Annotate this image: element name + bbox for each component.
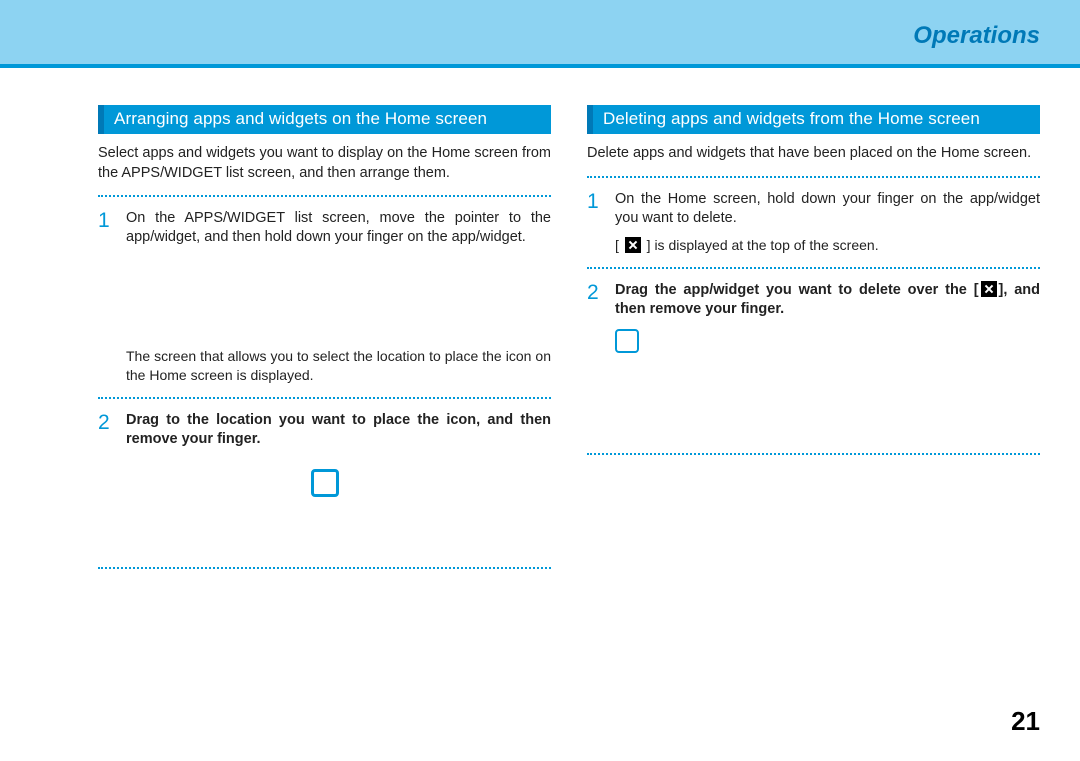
divider bbox=[587, 453, 1040, 455]
section-heading-arranging: Arranging apps and widgets on the Home s… bbox=[98, 105, 551, 134]
x-close-icon bbox=[981, 281, 997, 297]
image-placeholder-icon bbox=[311, 469, 339, 497]
right-column: Deleting apps and widgets from the Home … bbox=[587, 105, 1040, 581]
step-2: 2 Drag the app/widget you want to delete… bbox=[587, 281, 1040, 319]
content-columns: Arranging apps and widgets on the Home s… bbox=[98, 105, 1040, 581]
step2-text-a: Drag the app/widget you want to delete o… bbox=[615, 282, 979, 298]
step-text: Drag to the location you want to place t… bbox=[126, 411, 551, 449]
step-note: The screen that allows you to select the… bbox=[126, 347, 551, 385]
divider bbox=[587, 176, 1040, 178]
note-suffix: ] is displayed at the top of the screen. bbox=[643, 237, 879, 253]
step-1: 1 On the Home screen, hold down your fin… bbox=[587, 190, 1040, 228]
step-number: 1 bbox=[587, 190, 601, 228]
divider bbox=[587, 267, 1040, 269]
intro-text: Delete apps and widgets that have been p… bbox=[587, 144, 1040, 164]
note-prefix: [ bbox=[615, 237, 623, 253]
divider bbox=[98, 397, 551, 399]
divider bbox=[98, 567, 551, 569]
document-page: Operations Arranging apps and widgets on… bbox=[0, 0, 1080, 761]
step-text: On the APPS/WIDGET list screen, move the… bbox=[126, 209, 551, 247]
step-text: Drag the app/widget you want to delete o… bbox=[615, 281, 1040, 319]
step-note: [ ] is displayed at the top of the scree… bbox=[615, 236, 1040, 255]
x-close-icon bbox=[625, 237, 641, 253]
section-heading-deleting: Deleting apps and widgets from the Home … bbox=[587, 105, 1040, 134]
intro-text: Select apps and widgets you want to disp… bbox=[98, 144, 551, 183]
step-2: 2 Drag to the location you want to place… bbox=[98, 411, 551, 449]
page-header-title: Operations bbox=[913, 22, 1040, 50]
left-column: Arranging apps and widgets on the Home s… bbox=[98, 105, 551, 581]
header-bar: Operations bbox=[0, 0, 1080, 68]
image-placeholder-icon bbox=[615, 329, 639, 353]
step-number: 2 bbox=[98, 411, 112, 449]
step-1: 1 On the APPS/WIDGET list screen, move t… bbox=[98, 209, 551, 247]
step-text: On the Home screen, hold down your finge… bbox=[615, 190, 1040, 228]
divider bbox=[98, 195, 551, 197]
page-number: 21 bbox=[1011, 706, 1040, 737]
step-number: 1 bbox=[98, 209, 112, 247]
step-number: 2 bbox=[587, 281, 601, 319]
